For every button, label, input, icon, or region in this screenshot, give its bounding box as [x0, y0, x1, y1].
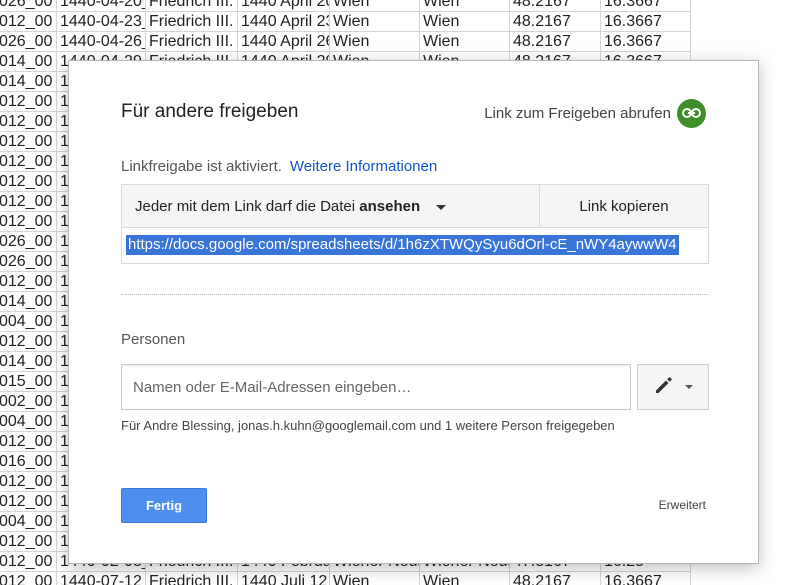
sheet-cell[interactable]: 026_00: [0, 0, 57, 12]
sheet-cell[interactable]: 012_00: [0, 92, 57, 112]
sheet-cell[interactable]: 016_00: [0, 452, 57, 472]
sheet-cell[interactable]: 014_00: [0, 72, 57, 92]
sheet-cell[interactable]: 16.3667: [601, 32, 691, 52]
sheet-cell[interactable]: 012_00: [0, 152, 57, 172]
sheet-cell[interactable]: 004_00: [0, 412, 57, 432]
pencil-icon: [653, 374, 675, 401]
sheet-cell[interactable]: 014_00: [0, 52, 57, 72]
sheet-cell[interactable]: 012_00: [0, 272, 57, 292]
sheet-cell[interactable]: 48.2167: [510, 32, 601, 52]
chevron-down-icon: [685, 385, 693, 389]
share-dialog: Für andere freigeben Link zum Freigeben …: [68, 60, 759, 564]
sheet-cell[interactable]: 012_00: [0, 12, 57, 32]
sheet-cell[interactable]: Friedrich III.: [146, 0, 238, 12]
sheet-cell[interactable]: 002_00: [0, 392, 57, 412]
sheet-cell[interactable]: 012_00: [0, 472, 57, 492]
sheet-cell[interactable]: 1440 April 26: [238, 32, 330, 52]
sheet-cell[interactable]: Wien: [330, 12, 420, 32]
copy-link-button[interactable]: Link kopieren: [540, 185, 708, 228]
more-info-link[interactable]: Weitere Informationen: [290, 158, 437, 175]
sheet-cell[interactable]: 014_00: [0, 292, 57, 312]
sheet-cell[interactable]: 012_00: [0, 112, 57, 132]
sheet-cell[interactable]: 012_00: [0, 132, 57, 152]
sheet-cell[interactable]: 012_00: [0, 332, 57, 352]
sheet-cell[interactable]: 1440-07-12_: [57, 572, 146, 585]
sheet-cell[interactable]: 48.2167: [510, 12, 601, 32]
sheet-cell[interactable]: 004_00: [0, 312, 57, 332]
sheet-cell[interactable]: Wien: [420, 12, 510, 32]
sheet-cell[interactable]: Wien: [420, 0, 510, 12]
sheet-cell[interactable]: 16.3667: [601, 0, 691, 12]
link-permission-dropdown[interactable]: Jeder mit dem Link darf die Datei ansehe…: [122, 185, 540, 228]
sheet-cell[interactable]: 012_00: [0, 552, 57, 572]
sheet-cell[interactable]: Wien: [420, 32, 510, 52]
dropdown-arrow-icon: [436, 204, 447, 210]
sheet-cell[interactable]: 012_00: [0, 572, 57, 585]
sheet-cell[interactable]: Friedrich III.: [146, 32, 238, 52]
link-sharing-status: Linkfreigabe ist aktiviert. Weitere Infor…: [121, 158, 437, 175]
sheet-cell[interactable]: 1440-04-23_: [57, 12, 146, 32]
sheet-cell[interactable]: 1440 April 20: [238, 0, 330, 12]
dialog-title: Für andere freigeben: [121, 101, 299, 122]
sheet-row: 026_00 1440-04-26_ Friedrich III. 1440 Apri…: [0, 32, 790, 52]
sheet-cell[interactable]: 004_00: [0, 512, 57, 532]
sheet-cell[interactable]: Wien: [420, 572, 510, 585]
sheet-cell[interactable]: 1440-04-20_: [57, 0, 146, 12]
sheet-cell[interactable]: 012_00: [0, 192, 57, 212]
sheet-cell[interactable]: 48.2167: [510, 572, 601, 585]
sheet-cell[interactable]: Wien: [330, 0, 420, 12]
sheet-cell[interactable]: 16.3667: [601, 12, 691, 32]
sheet-cell[interactable]: Friedrich III.: [146, 12, 238, 32]
section-divider: [121, 294, 709, 295]
share-url-field[interactable]: https://docs.google.com/spreadsheets/d/1…: [126, 235, 706, 257]
advanced-link[interactable]: Erweitert: [659, 498, 706, 512]
sheet-cell[interactable]: 012_00: [0, 432, 57, 452]
sheet-cell[interactable]: 012_00: [0, 172, 57, 192]
permission-value: ansehen: [359, 198, 421, 215]
sheet-cell[interactable]: 48.2167: [510, 0, 601, 12]
permission-prefix: Jeder mit dem Link darf die Datei: [135, 198, 356, 215]
people-input[interactable]: [121, 364, 631, 410]
sheet-cell[interactable]: 16.3667: [601, 572, 691, 585]
done-button[interactable]: Fertig: [121, 488, 207, 523]
link-sharing-status-text: Linkfreigabe ist aktiviert.: [121, 158, 282, 175]
sheet-cell[interactable]: 1440 April 23: [238, 12, 330, 32]
sheet-row: 026_00 1440-04-20_ Friedrich III. 1440 Apri…: [0, 0, 790, 12]
link-box: Jeder mit dem Link darf die Datei ansehe…: [121, 184, 709, 264]
link-icon[interactable]: [677, 98, 706, 128]
sheet-cell[interactable]: Friedrich III.: [146, 572, 238, 585]
sheet-cell[interactable]: 026_00: [0, 32, 57, 52]
sheet-cell[interactable]: 1440-04-26_: [57, 32, 146, 52]
sheet-cell[interactable]: 012_00: [0, 212, 57, 232]
sheet-cell[interactable]: Wien: [330, 32, 420, 52]
people-section-label: Personen: [121, 331, 186, 348]
sheet-cell[interactable]: 012_00: [0, 492, 57, 512]
sheet-cell[interactable]: Wien: [330, 572, 420, 585]
share-url-text: https://docs.google.com/spreadsheets/d/1…: [126, 235, 679, 255]
get-share-link-label: Link zum Freigeben abrufen: [484, 104, 671, 122]
sheet-cell[interactable]: 1440 Juli 12: [238, 572, 330, 585]
shared-with-text: Für Andre Blessing, jonas.h.kuhn@googlem…: [121, 418, 615, 433]
sheet-cell[interactable]: 015_00: [0, 372, 57, 392]
people-permission-button[interactable]: [637, 364, 709, 410]
sheet-cell[interactable]: 026_00: [0, 252, 57, 272]
sheet-cell[interactable]: 012_00: [0, 532, 57, 552]
get-share-link-button[interactable]: Link zum Freigeben abrufen: [484, 98, 706, 128]
sheet-cell[interactable]: 014_00: [0, 352, 57, 372]
sheet-row: 012_00 1440-07-12_ Friedrich III. 1440 Juli…: [0, 572, 790, 585]
sheet-row: 012_00 1440-04-23_ Friedrich III. 1440 Apri…: [0, 12, 790, 32]
sheet-cell[interactable]: 026_00: [0, 232, 57, 252]
